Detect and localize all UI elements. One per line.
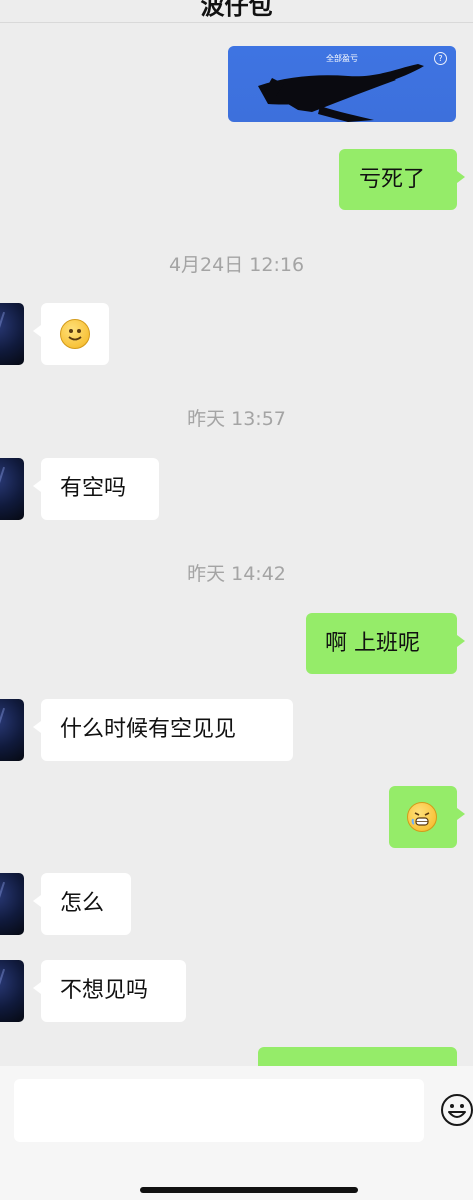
profit-loss-share-card[interactable]: 全部盈亏 ? xyxy=(228,46,456,122)
message-text: 亏死了 xyxy=(359,167,426,192)
incoming-message-bubble[interactable]: 有空吗 xyxy=(33,458,159,520)
incoming-message-bubble[interactable] xyxy=(33,303,109,365)
message-text: 啊 上班呢 xyxy=(325,631,420,656)
contact-avatar[interactable] xyxy=(0,873,24,935)
chat-title: 波仔包 xyxy=(200,0,273,20)
message-text: 有空吗 xyxy=(60,476,127,501)
message-text: 怎么 xyxy=(60,891,105,916)
incoming-message-bubble[interactable]: 什么时候有空见见 xyxy=(33,699,293,761)
incoming-message-bubble[interactable]: 不想见吗 xyxy=(33,960,186,1022)
timestamp: 昨天 14:42 xyxy=(187,563,286,585)
nav-bar: 波仔包 xyxy=(0,0,473,23)
contact-avatar[interactable] xyxy=(0,960,24,1022)
grin-sweat-emoji-icon xyxy=(407,802,437,832)
timestamp: 4月24日 12:16 xyxy=(168,254,305,276)
home-indicator xyxy=(140,1187,358,1193)
outgoing-message-bubble[interactable]: 啊 上班呢 xyxy=(306,613,465,674)
emoji-smile-icon[interactable] xyxy=(440,1093,473,1127)
timestamp: 昨天 13:57 xyxy=(187,408,286,430)
contact-avatar[interactable] xyxy=(0,303,24,365)
contact-avatar[interactable] xyxy=(0,458,24,520)
outgoing-message-bubble[interactable] xyxy=(389,786,465,848)
redaction-scribble xyxy=(258,64,424,122)
message-input[interactable] xyxy=(14,1079,424,1142)
input-bar xyxy=(0,1066,473,1200)
contact-avatar[interactable] xyxy=(0,699,24,761)
smile-emoji-icon xyxy=(60,319,90,349)
incoming-message-bubble[interactable]: 怎么 xyxy=(33,873,131,935)
outgoing-message-bubble[interactable]: 亏死了 xyxy=(339,149,465,210)
message-text: 不想见吗 xyxy=(60,978,149,1003)
message-text: 什么时候有空见见 xyxy=(60,717,237,742)
